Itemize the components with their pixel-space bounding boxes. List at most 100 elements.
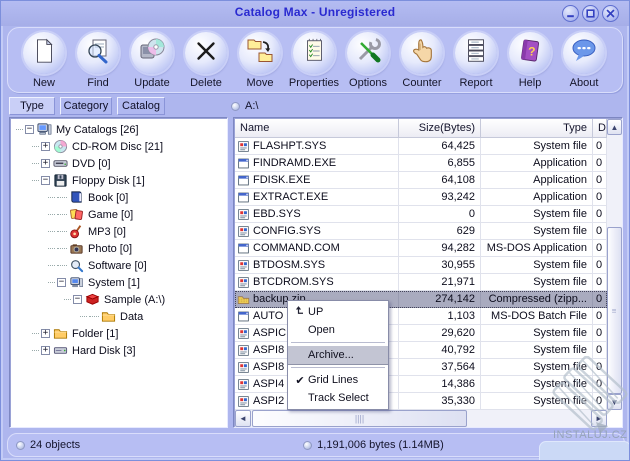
- find-button[interactable]: Find: [71, 32, 125, 89]
- file-date: 0: [596, 361, 602, 373]
- menu-item-archive[interactable]: Archive...: [288, 346, 388, 364]
- titlebar[interactable]: Catalog Max - Unregistered: [1, 1, 629, 26]
- report-button[interactable]: Report: [449, 32, 503, 89]
- file-size: 93,242: [441, 191, 475, 203]
- file-row-config-sys[interactable]: CONFIG.SYS629System file0: [235, 223, 607, 240]
- column-header-type[interactable]: Type: [481, 119, 593, 138]
- file-type: Application: [533, 174, 587, 186]
- options-button[interactable]: Options: [341, 32, 395, 89]
- update-icon: [137, 36, 167, 71]
- zip-file-icon: [237, 293, 250, 306]
- properties-button[interactable]: Properties: [287, 32, 341, 89]
- tree-item-system-1[interactable]: −System [1]: [10, 274, 227, 291]
- move-button[interactable]: Move: [233, 32, 287, 89]
- maximize-button[interactable]: [582, 5, 599, 22]
- expand-toggle-icon[interactable]: +: [41, 142, 50, 151]
- file-row-ebd-sys[interactable]: EBD.SYS0System file0: [235, 206, 607, 223]
- file-date: 0: [596, 344, 602, 356]
- file-size: 37,564: [441, 361, 475, 373]
- file-date: 0: [596, 378, 602, 390]
- update-button[interactable]: Update: [125, 32, 179, 89]
- new-button[interactable]: New: [17, 32, 71, 89]
- collapse-toggle-icon[interactable]: −: [73, 295, 82, 304]
- expand-toggle-icon[interactable]: +: [41, 329, 50, 338]
- minimize-button[interactable]: [562, 5, 579, 22]
- collapse-toggle-icon[interactable]: −: [41, 176, 50, 185]
- file-row-btdosm-sys[interactable]: BTDOSM.SYS30,955System file0: [235, 257, 607, 274]
- file-date: 0: [596, 208, 602, 220]
- file-type: MS-DOS Batch File: [491, 310, 587, 322]
- file-row-flashpt-sys[interactable]: FLASHPT.SYS64,425System file0: [235, 138, 607, 155]
- tree-item-data[interactable]: Data: [10, 308, 227, 325]
- file-row-extract-exe[interactable]: EXTRACT.EXE93,242Application0: [235, 189, 607, 206]
- sys-file-icon: [237, 276, 250, 289]
- sys-file-icon: [237, 140, 250, 153]
- tree-connector: [16, 129, 23, 130]
- file-row-command-com[interactable]: COMMAND.COM94,282MS-DOS Application0: [235, 240, 607, 257]
- computer-icon: [37, 122, 52, 137]
- bookblue-icon: [69, 190, 84, 205]
- tree-item-mp3-0[interactable]: MP3 [0]: [10, 223, 227, 240]
- expand-toggle-icon[interactable]: +: [41, 346, 50, 355]
- status-bullet-icon: [303, 441, 312, 450]
- column-header-size-bytes-[interactable]: Size(Bytes): [399, 119, 481, 138]
- tree-item-folder-1[interactable]: +Folder [1]: [10, 325, 227, 342]
- tab-catalog[interactable]: Catalog: [117, 97, 165, 115]
- scroll-down-button[interactable]: ▼: [607, 394, 622, 410]
- file-name: ASPI4: [253, 378, 284, 390]
- menu-item-track-select[interactable]: Track Select: [288, 389, 388, 407]
- tree-connector: [64, 299, 71, 300]
- tree-item-label: My Catalogs [26]: [56, 124, 139, 136]
- counter-button[interactable]: Counter: [395, 32, 449, 89]
- close-button[interactable]: [602, 5, 619, 22]
- menu-item-up[interactable]: UP: [288, 303, 388, 321]
- horizontal-scrollbar[interactable]: ◄ |||| ►: [235, 410, 607, 427]
- tree-item-software-0[interactable]: Software [0]: [10, 257, 227, 274]
- column-header-name[interactable]: Name: [235, 119, 399, 138]
- file-row-btcdrom-sys[interactable]: BTCDROM.SYS21,971System file0: [235, 274, 607, 291]
- tree-item-hard-disk-3[interactable]: +Hard Disk [3]: [10, 342, 227, 359]
- tree-item-cd-rom-disc-21[interactable]: +CD-ROM Disc [21]: [10, 138, 227, 155]
- tree-item-dvd-0[interactable]: +DVD [0]: [10, 155, 227, 172]
- file-row-findramd-exe[interactable]: FINDRAMD.EXE6,855Application0: [235, 155, 607, 172]
- scroll-left-button[interactable]: ◄: [235, 410, 251, 427]
- file-date: 0: [596, 293, 602, 305]
- scroll-up-button[interactable]: ▲: [607, 119, 622, 135]
- sys-file-icon: [237, 327, 250, 340]
- expand-toggle-icon[interactable]: +: [41, 159, 50, 168]
- tree-item-label: Data: [120, 311, 143, 323]
- menu-item-grid-lines[interactable]: ✔Grid Lines: [288, 371, 388, 389]
- folder-icon: [53, 326, 68, 341]
- horizontal-scroll-thumb[interactable]: ||||: [252, 410, 467, 427]
- cdrom-icon: [53, 139, 68, 154]
- vertical-scrollbar[interactable]: ▲ ≡ ▼: [607, 119, 622, 410]
- tree-item-floppy-disk-1[interactable]: −Floppy Disk [1]: [10, 172, 227, 189]
- collapse-toggle-icon[interactable]: −: [57, 278, 66, 287]
- file-size: 629: [457, 225, 475, 237]
- tree-item-sample-a[interactable]: −Sample (A:\): [10, 291, 227, 308]
- delete-button[interactable]: Delete: [179, 32, 233, 89]
- file-size: 274,142: [435, 293, 475, 305]
- tab-category[interactable]: Category: [60, 97, 112, 115]
- arrow-up-icon: ▲: [611, 123, 619, 132]
- file-name: ASPI8: [253, 361, 284, 373]
- help-button[interactable]: ?Help: [503, 32, 557, 89]
- tree-item-book-0[interactable]: Book [0]: [10, 189, 227, 206]
- status-bullet-icon: [16, 441, 25, 450]
- scroll-right-button[interactable]: ►: [591, 410, 607, 427]
- file-type: System file: [533, 276, 587, 288]
- tree-item-photo-0[interactable]: Photo [0]: [10, 240, 227, 257]
- menu-item-open[interactable]: Open: [288, 321, 388, 339]
- sys-file-icon: [237, 344, 250, 357]
- file-date: 0: [596, 259, 602, 271]
- tab-type[interactable]: Type: [9, 97, 55, 115]
- tree-connector: [32, 163, 39, 164]
- file-name: COMMAND.COM: [253, 242, 340, 254]
- column-header-d[interactable]: D: [593, 119, 607, 138]
- collapse-toggle-icon[interactable]: −: [25, 125, 34, 134]
- vertical-scroll-thumb[interactable]: ≡: [607, 227, 622, 394]
- tree-item-my-catalogs-26[interactable]: − My Catalogs [26]: [10, 121, 227, 138]
- file-row-fdisk-exe[interactable]: FDISK.EXE64,108Application0: [235, 172, 607, 189]
- about-button[interactable]: About: [557, 32, 611, 89]
- tree-item-game-0[interactable]: Game [0]: [10, 206, 227, 223]
